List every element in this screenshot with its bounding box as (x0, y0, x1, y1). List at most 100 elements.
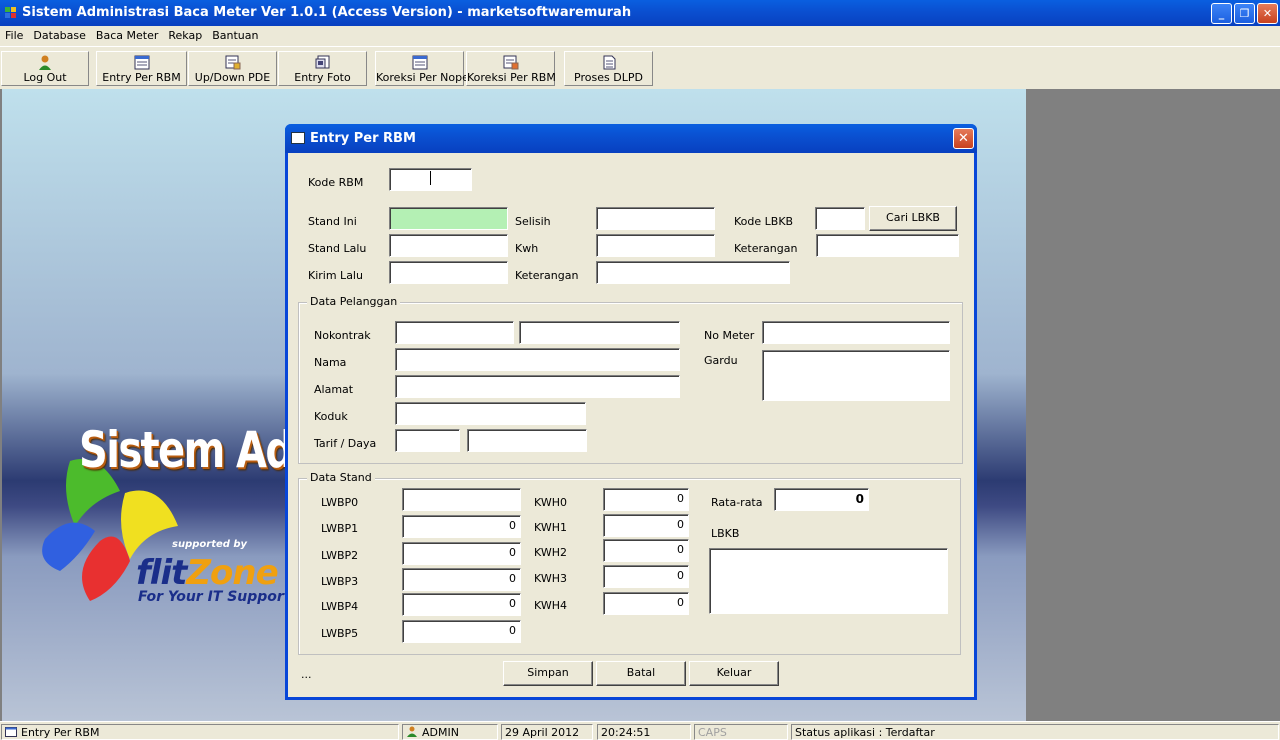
nokontrak-input-2[interactable] (519, 321, 680, 344)
kwh4-input[interactable]: 0 (603, 592, 689, 615)
dialog-close-button[interactable]: ✕ (953, 128, 974, 149)
updown-pde-button[interactable]: Up/Down PDE (188, 51, 277, 86)
kwh-input[interactable] (596, 234, 715, 257)
proses-dlpd-button[interactable]: Proses DLPD (564, 51, 653, 86)
kwh2-input[interactable]: 0 (603, 539, 689, 562)
keterangan-input[interactable] (596, 261, 790, 284)
keterangan2-input[interactable] (816, 234, 959, 257)
tarif-daya-label: Tarif / Daya (314, 437, 377, 450)
lwbp4-label: LWBP4 (321, 600, 359, 613)
kode-lbkb-input[interactable] (815, 207, 865, 230)
user-icon (39, 55, 51, 70)
user-icon (407, 726, 417, 737)
kwh0-label: KWH0 (534, 496, 567, 509)
rata-rata-label: Rata-rata (711, 496, 763, 509)
brand-tagline: For Your IT Support (138, 589, 291, 605)
minimize-button[interactable]: _ (1211, 3, 1232, 24)
brand-logo: flitZone (136, 553, 279, 593)
koreksi-nopel-button[interactable]: Koreksi Per Nopel (375, 51, 472, 86)
toolbar: Log Out Entry Per RBM Up/Down PDE Entry … (0, 46, 1280, 88)
status-time: 20:24:51 (597, 724, 691, 740)
logout-button[interactable]: Log Out (1, 51, 89, 86)
tarif-input[interactable] (395, 429, 460, 452)
edit-form-icon (503, 55, 518, 70)
dialog-title-bar: Entry Per RBM ✕ (285, 124, 977, 153)
menu-database[interactable]: Database (28, 26, 91, 42)
lwbp4-input[interactable]: 0 (402, 593, 521, 616)
lwbp0-input[interactable] (402, 488, 521, 511)
stand-lalu-label: Stand Lalu (308, 242, 367, 255)
lwbp1-label: LWBP1 (321, 522, 359, 535)
lbkb-textarea[interactable] (709, 548, 948, 614)
kwh4-label: KWH4 (534, 599, 567, 612)
lwbp3-input[interactable]: 0 (402, 568, 521, 591)
menu-baca-meter[interactable]: Baca Meter (91, 26, 163, 42)
transfer-icon (225, 55, 240, 70)
menu-bantuan[interactable]: Bantuan (207, 26, 263, 42)
text-cursor (430, 171, 431, 185)
lwbp5-input[interactable]: 0 (402, 620, 521, 643)
splash-supported: supported by (172, 539, 248, 550)
koduk-input[interactable] (395, 402, 586, 425)
status-date: 29 April 2012 (501, 724, 593, 740)
document-icon (603, 55, 615, 70)
nama-label: Nama (314, 356, 347, 369)
kode-lbkb-label: Kode LBKB (734, 215, 794, 228)
alamat-label: Alamat (314, 383, 354, 396)
kwh2-label: KWH2 (534, 546, 567, 559)
kwh1-label: KWH1 (534, 521, 567, 534)
selisih-label: Selisih (515, 215, 551, 228)
keterangan-label: Keterangan (515, 269, 579, 282)
ellipsis-label: ... (301, 668, 312, 681)
status-bar: Entry Per RBM ADMIN 29 April 2012 20:24:… (0, 721, 1280, 740)
keluar-button[interactable]: Keluar (689, 661, 779, 686)
stand-lalu-input[interactable] (389, 234, 508, 257)
daya-input[interactable] (467, 429, 587, 452)
lwbp3-label: LWBP3 (321, 575, 359, 588)
nokontrak-input-1[interactable] (395, 321, 514, 344)
batal-button[interactable]: Batal (596, 661, 686, 686)
status-form: Entry Per RBM (1, 724, 399, 740)
no-meter-input[interactable] (762, 321, 950, 344)
close-button[interactable]: ✕ (1257, 3, 1278, 24)
data-pelanggan-caption: Data Pelanggan (307, 295, 401, 308)
kwh-label: Kwh (515, 242, 539, 255)
status-user: ADMIN (402, 724, 498, 740)
title-bar: Sistem Administrasi Baca Meter Ver 1.0.1… (0, 0, 1280, 26)
photo-icon (315, 55, 329, 69)
keterangan2-label: Keterangan (734, 242, 798, 255)
koduk-label: Koduk (314, 410, 348, 423)
simpan-button[interactable]: Simpan (503, 661, 593, 686)
gardu-input[interactable] (762, 350, 950, 401)
lwbp2-label: LWBP2 (321, 549, 359, 562)
lwbp1-input[interactable]: 0 (402, 515, 521, 538)
alamat-input[interactable] (395, 375, 680, 398)
kwh3-input[interactable]: 0 (603, 565, 689, 588)
lwbp2-input[interactable]: 0 (402, 542, 521, 565)
kwh0-input[interactable]: 0 (603, 488, 689, 511)
no-meter-label: No Meter (704, 329, 755, 342)
cari-lbkb-button[interactable]: Cari LBKB (869, 206, 957, 231)
menu-file[interactable]: File (0, 26, 28, 42)
stand-ini-label: Stand Ini (308, 215, 357, 228)
nama-input[interactable] (395, 348, 680, 371)
entry-foto-button[interactable]: Entry Foto (278, 51, 367, 86)
nokontrak-label: Nokontrak (314, 329, 371, 342)
koreksi-rbm-button[interactable]: Koreksi Per RBM (466, 51, 556, 86)
kirim-lalu-input[interactable] (389, 261, 508, 284)
status-caps: CAPS (694, 724, 788, 740)
lwbp0-label: LWBP0 (321, 496, 359, 509)
stand-ini-input[interactable] (389, 207, 508, 230)
form-icon (134, 55, 149, 70)
entry-rbm-button[interactable]: Entry Per RBM (96, 51, 187, 86)
maximize-button[interactable]: ❐ (1234, 3, 1255, 24)
menu-bar: File Database Baca Meter Rekap Bantuan (0, 26, 1280, 46)
status-app: Status aplikasi : Terdaftar (791, 724, 1279, 740)
kirim-lalu-label: Kirim Lalu (308, 269, 363, 282)
kwh1-input[interactable]: 0 (603, 514, 689, 537)
rata-rata-input[interactable]: 0 (774, 488, 869, 511)
menu-rekap[interactable]: Rekap (163, 26, 207, 42)
form-icon (5, 727, 17, 737)
dialog-title: Entry Per RBM (310, 131, 416, 146)
selisih-input[interactable] (596, 207, 715, 230)
